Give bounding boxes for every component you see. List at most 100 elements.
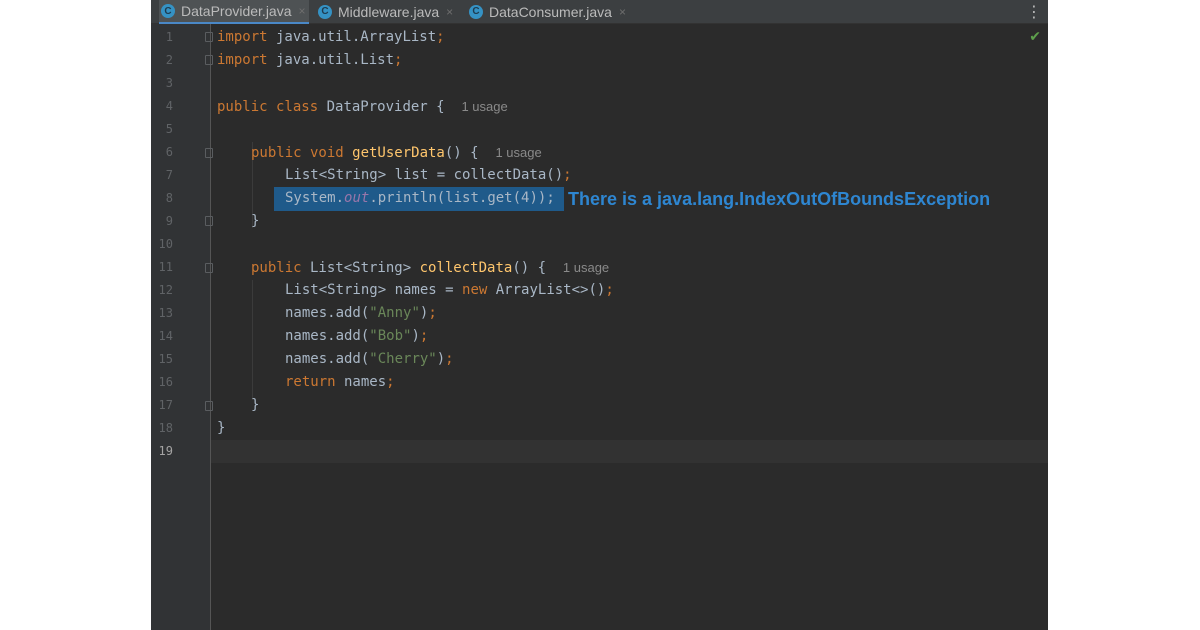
checkmark-icon: ✔ (1029, 29, 1041, 45)
semicolon: ; (445, 351, 454, 367)
code-text: names.add( (285, 305, 370, 321)
line-number: 17 (158, 398, 173, 412)
line-number: 13 (158, 306, 173, 320)
fold-marker[interactable] (205, 148, 213, 158)
code-line-11[interactable]: public List<String> collectData() { 1 us… (251, 256, 609, 279)
tab-dataconsumer[interactable]: C DataConsumer.java × (469, 0, 629, 23)
fold-marker[interactable] (205, 263, 213, 273)
method-name: collectData (411, 260, 513, 276)
semicolon: ; (394, 52, 403, 68)
line-number: 8 (165, 191, 173, 205)
closing-brace: } (217, 420, 226, 436)
usage-hint[interactable]: 1 usage (495, 145, 541, 160)
code-text: () { (444, 145, 479, 161)
line-number: 14 (158, 329, 173, 343)
code-text: names.add( (285, 351, 370, 367)
class-icon: C (161, 4, 175, 18)
fold-marker[interactable] (205, 216, 213, 226)
close-icon[interactable]: × (299, 4, 306, 18)
code-text: names.add( (285, 328, 370, 344)
code-line-1[interactable]: import java.util.ArrayList; (217, 26, 445, 49)
semicolon: ; (436, 29, 445, 45)
line-number: 16 (158, 375, 173, 389)
semicolon: ; (419, 328, 429, 344)
line-number: 1 (165, 30, 173, 44)
line-number: 19 (158, 444, 173, 458)
keyword: import (217, 29, 268, 45)
class-icon: C (318, 4, 332, 19)
usage-hint[interactable]: 1 usage (461, 99, 507, 114)
line-number: 10 (158, 237, 173, 251)
current-line-highlight (211, 440, 1048, 463)
close-icon[interactable]: × (619, 5, 626, 19)
code-line-17[interactable]: } (251, 394, 259, 417)
code-line-15[interactable]: names.add("Cherry"); (285, 348, 454, 371)
fold-marker[interactable] (205, 55, 213, 65)
line-number: 9 (165, 214, 173, 228)
method-name: getUserData (343, 145, 445, 161)
line-number: 18 (158, 421, 173, 435)
code-line-2[interactable]: import java.util.List; (217, 49, 402, 72)
code-line-6[interactable]: public void getUserData() { 1 usage (251, 141, 542, 164)
code-line-9[interactable]: } (251, 210, 259, 233)
keyword: public class (217, 99, 319, 115)
code-text: List<String> list = collectData() (285, 167, 564, 183)
code-line-18[interactable]: } (217, 417, 225, 440)
keyword: new (462, 282, 488, 298)
fold-marker[interactable] (205, 32, 213, 42)
exception-annotation: There is a java.lang.IndexOutOfBoundsExc… (568, 189, 991, 209)
line-number: 15 (158, 352, 173, 366)
string-literal: "Cherry" (369, 351, 437, 367)
class-icon: C (469, 4, 483, 19)
tab-label: Middleware.java (338, 3, 440, 20)
code-line-16[interactable]: return names; (285, 371, 395, 394)
line-number: 6 (165, 145, 173, 159)
editor-tab-bar: C DataProvider.java × C Middleware.java … (151, 0, 1048, 24)
more-menu-icon[interactable]: ⋮ (1026, 2, 1042, 21)
line-number: 11 (158, 260, 173, 274)
code-text: java.util.List (267, 52, 395, 68)
code-text: ) (411, 328, 420, 344)
semicolon: ; (428, 305, 437, 321)
tab-middleware[interactable]: C Middleware.java × (318, 0, 458, 23)
code-line-4[interactable]: public class DataProvider { 1 usage (217, 95, 508, 118)
keyword: public void (251, 145, 344, 161)
fold-marker[interactable] (205, 401, 213, 411)
code-line-7[interactable]: List<String> list = collectData(); (285, 164, 572, 187)
code-text: ArrayList<>() (487, 282, 606, 298)
code-text: .println(list.get(4)); (369, 190, 555, 206)
string-literal: "Anny" (369, 305, 420, 321)
tab-label: DataProvider.java (181, 3, 292, 19)
closing-brace: } (251, 213, 260, 229)
tab-dataprovider[interactable]: C DataProvider.java × (159, 0, 309, 24)
string-literal: "Bob" (369, 328, 412, 344)
code-text: System. (285, 190, 345, 206)
code-text: () { (512, 260, 547, 276)
usage-hint[interactable]: 1 usage (563, 260, 609, 275)
semicolon: ; (563, 167, 572, 183)
code-text: DataProvider { (318, 99, 445, 115)
semicolon: ; (386, 374, 395, 390)
code-line-12[interactable]: List<String> names = new ArrayList<>(); (285, 279, 614, 302)
line-number: 4 (165, 99, 173, 113)
code-text: java.util.ArrayList (267, 29, 437, 45)
code-text: List<String> names = (285, 282, 463, 298)
close-icon[interactable]: × (446, 5, 453, 19)
line-number: 5 (165, 122, 173, 136)
ide-window: C DataProvider.java × C Middleware.java … (151, 0, 1048, 630)
line-number: 12 (158, 283, 173, 297)
code-line-13[interactable]: names.add("Anny"); (285, 302, 437, 325)
code-text: ) (436, 351, 446, 367)
code-line-8[interactable]: System.out.println(list.get(4)); (285, 187, 555, 210)
code-text: names (335, 374, 387, 390)
static-field: out (344, 190, 370, 206)
closing-brace: } (251, 397, 260, 413)
code-line-14[interactable]: names.add("Bob"); (285, 325, 428, 348)
tab-label: DataConsumer.java (489, 3, 612, 20)
keyword: import (217, 52, 268, 68)
semicolon: ; (605, 282, 614, 298)
line-number: 3 (165, 76, 173, 90)
keyword: public (251, 260, 302, 276)
keyword: return (285, 374, 336, 390)
line-number: 7 (165, 168, 173, 182)
